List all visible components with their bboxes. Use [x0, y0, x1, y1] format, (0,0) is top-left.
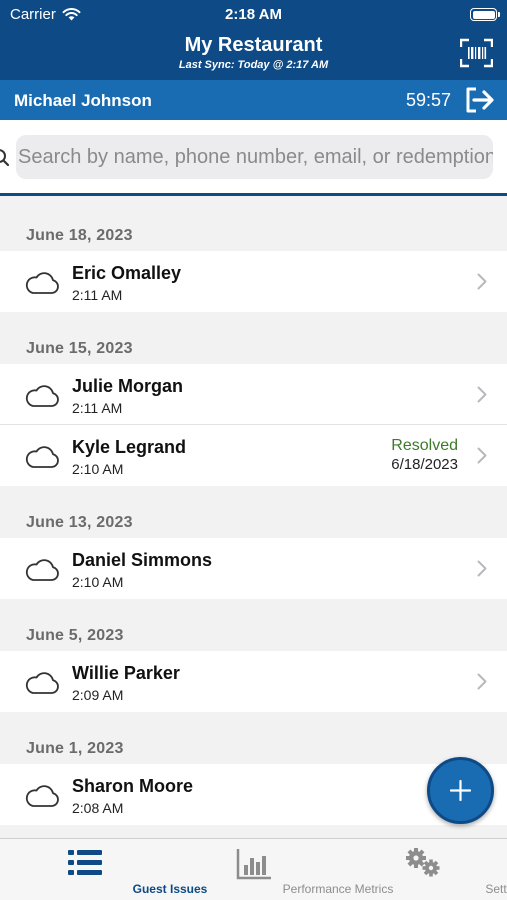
guest-name: Eric Omalley [72, 263, 182, 283]
date-header: June 18, 2023 [26, 227, 133, 244]
list-item[interactable]: Kyle Legrand 2:10 AM Resolved 6/18/2023 [0, 425, 507, 486]
list-item[interactable]: Julie Morgan 2:11 AM [0, 364, 507, 425]
issue-time: 2:11 AM [72, 400, 123, 416]
battery-icon [470, 8, 500, 21]
chevron-right-icon [477, 273, 487, 290]
issue-time: 2:11 AM [72, 287, 123, 303]
tab-performance-metrics[interactable]: Performance Metrics [170, 839, 393, 900]
chevron-right-icon [477, 673, 487, 690]
app-header: Carrier 2:18 AM My Restaurant Last Sync:… [0, 0, 507, 80]
tab-label: Settings [485, 882, 507, 896]
cloud-icon [25, 785, 59, 807]
date-group: Julie Morgan 2:11 AM Kyle Legrand 2:10 AM Re… [0, 364, 507, 486]
list-item[interactable]: Willie Parker 2:09 AM [0, 651, 507, 712]
tab-bar: Guest Issues Performance Metrics Setting… [0, 838, 507, 900]
page-title: My Restaurant [184, 34, 323, 56]
date-group: Willie Parker 2:09 AM [0, 651, 507, 712]
chevron-right-icon [477, 560, 487, 577]
bar-chart-icon [236, 849, 271, 880]
gears-icon [405, 848, 439, 877]
date-header: June 13, 2023 [26, 514, 133, 531]
list-item[interactable]: Daniel Simmons 2:10 AM [0, 538, 507, 599]
barcode-scan-icon[interactable] [460, 38, 493, 68]
status-badge: Resolved [391, 437, 458, 454]
session-timer: 59:57 [405, 90, 451, 110]
guest-name: Sharon Moore [72, 776, 194, 796]
issue-time: 2:10 AM [72, 574, 124, 590]
guest-name: Daniel Simmons [72, 550, 213, 570]
cloud-icon [25, 672, 59, 694]
date-group: Daniel Simmons 2:10 AM [0, 538, 507, 599]
guest-name: Kyle Legrand [72, 437, 187, 457]
search-input[interactable] [16, 135, 493, 179]
resolved-date: 6/18/2023 [391, 456, 458, 473]
guest-issue-list: June 18, 2023 Eric Omalley 2:11 AM June 15,… [0, 199, 507, 825]
guest-name: Julie Morgan [72, 376, 184, 396]
search-bar [0, 120, 507, 196]
date-group: Eric Omalley 2:11 AM [0, 251, 507, 312]
plus-icon [450, 780, 471, 801]
issue-time: 2:09 AM [72, 687, 124, 703]
issue-time: 2:08 AM [72, 800, 124, 816]
logout-icon[interactable] [465, 87, 495, 113]
date-header: June 5, 2023 [26, 627, 124, 644]
status-time: 2:18 AM [225, 6, 282, 23]
tab-guest-issues[interactable]: Guest Issues [0, 839, 207, 900]
search-icon [0, 149, 10, 167]
chevron-right-icon [477, 447, 487, 464]
date-header: June 15, 2023 [26, 340, 133, 357]
add-issue-button[interactable] [427, 757, 494, 824]
list-icon [68, 850, 102, 875]
tab-settings[interactable]: Settings [338, 839, 507, 900]
issue-time: 2:10 AM [72, 461, 124, 477]
cloud-icon [25, 385, 59, 407]
cloud-icon [25, 272, 59, 294]
list-item[interactable]: Eric Omalley 2:11 AM [0, 251, 507, 312]
user-name: Michael Johnson [14, 91, 152, 110]
cloud-icon [25, 446, 59, 468]
status-bar: Carrier 2:18 AM [0, 6, 507, 24]
cloud-icon [25, 559, 59, 581]
chevron-right-icon [477, 386, 487, 403]
user-bar: Michael Johnson 59:57 [0, 80, 507, 120]
guest-name: Willie Parker [72, 663, 180, 683]
last-sync-label: Last Sync: Today @ 2:17 AM [178, 59, 329, 71]
date-header: June 1, 2023 [26, 740, 124, 757]
